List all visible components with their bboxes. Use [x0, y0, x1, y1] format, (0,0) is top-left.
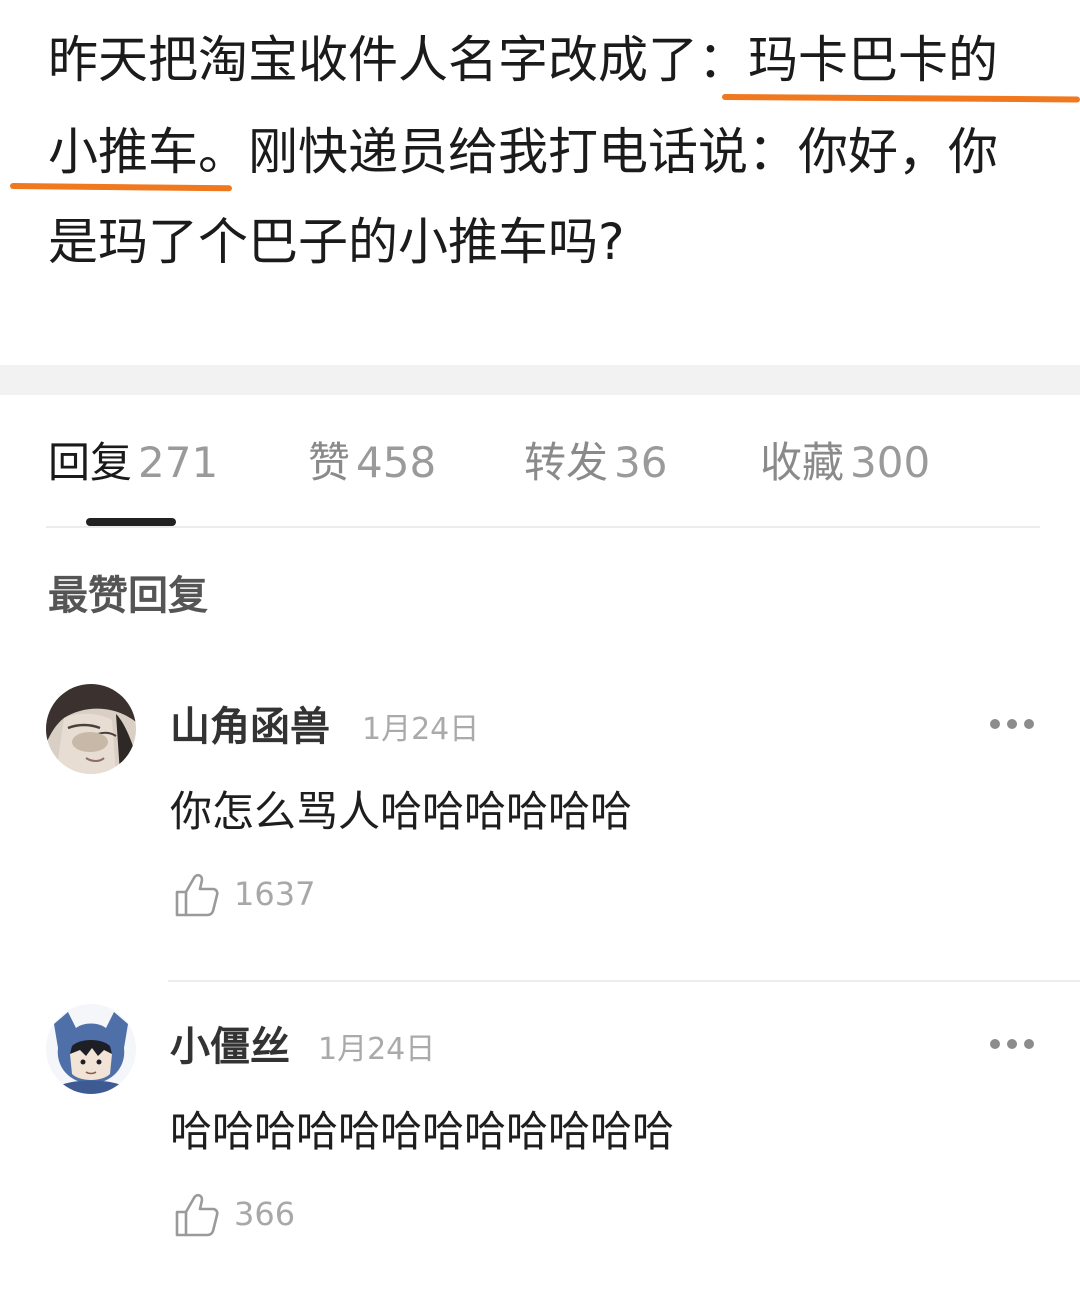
- post-content: 昨天把淘宝收件人名字改成了：玛卡巴卡的 小推车。刚快递员给我打电话说：你好，你 …: [0, 0, 1080, 365]
- tab-reposts[interactable]: 转发 36: [524, 437, 667, 489]
- post-line-2-highlighted: 小推车。: [48, 123, 248, 181]
- tab-favorites-label: 收藏: [760, 438, 845, 487]
- tab-favorites-count: 300: [850, 438, 931, 487]
- avatar-image: [46, 1004, 136, 1094]
- comment-date: 1月24日: [362, 712, 480, 747]
- tab-reposts-label: 转发: [524, 438, 609, 487]
- post-line-2-text: 刚快递员给我打电话说：你好，你: [248, 123, 998, 181]
- post-line-3: 是玛了个巴子的小推车吗?: [48, 213, 625, 271]
- comment-username[interactable]: 山角函兽: [170, 702, 330, 752]
- tab-reposts-count: 36: [614, 438, 668, 487]
- avatar-illustrated-character[interactable]: [46, 684, 136, 774]
- tab-favorites[interactable]: 收藏 300: [760, 437, 930, 489]
- avatar-image: [46, 684, 136, 774]
- tab-bar-divider: [46, 526, 1040, 528]
- like-count: 1637: [234, 875, 316, 913]
- thumbs-up-icon: [175, 873, 219, 917]
- tab-bar: 回复 271 赞 458 转发 36 收藏 300: [0, 395, 1080, 530]
- thumbs-up-icon: [175, 1193, 219, 1237]
- comment-divider: [168, 980, 1080, 982]
- avatar-blue-hooded-character[interactable]: [46, 1004, 136, 1094]
- tab-replies-label: 回复: [48, 438, 133, 487]
- comment-text: 哈哈哈哈哈哈哈哈哈哈哈哈: [170, 1107, 675, 1156]
- comment-date: 1月24日: [318, 1032, 436, 1067]
- post-line-1-highlighted: 玛卡巴卡的: [748, 31, 998, 89]
- tab-likes-label: 赞: [308, 438, 351, 487]
- comment-item: 山角函兽 1月24日 你怎么骂人哈哈哈哈哈哈 1637: [0, 684, 1080, 980]
- like-count: 366: [234, 1195, 296, 1233]
- tab-likes-count: 458: [356, 438, 437, 487]
- more-dots-icon[interactable]: [988, 714, 1036, 734]
- tab-likes[interactable]: 赞 458: [308, 437, 436, 489]
- tab-replies[interactable]: 回复 271: [48, 437, 218, 489]
- tab-replies-count: 271: [138, 438, 219, 487]
- section-title-top-replies: 最赞回复: [48, 573, 208, 619]
- section-divider: [0, 365, 1080, 395]
- highlight-underline-2: [9, 183, 233, 192]
- post-line-2: 小推车。刚快递员给我打电话说：你好，你: [48, 122, 998, 182]
- active-tab-indicator: [86, 518, 176, 526]
- comment-username[interactable]: 小僵丝: [170, 1022, 290, 1072]
- comment-text: 你怎么骂人哈哈哈哈哈哈: [170, 787, 633, 836]
- comment-item: 小僵丝 1月24日 哈哈哈哈哈哈哈哈哈哈哈哈 366: [0, 1004, 1080, 1291]
- post-line-1-text: 昨天把淘宝收件人名字改成了：: [48, 31, 748, 89]
- more-dots-icon[interactable]: [988, 1034, 1036, 1054]
- highlight-underline-1: [721, 94, 1080, 103]
- post-line-1: 昨天把淘宝收件人名字改成了：玛卡巴卡的: [48, 30, 998, 90]
